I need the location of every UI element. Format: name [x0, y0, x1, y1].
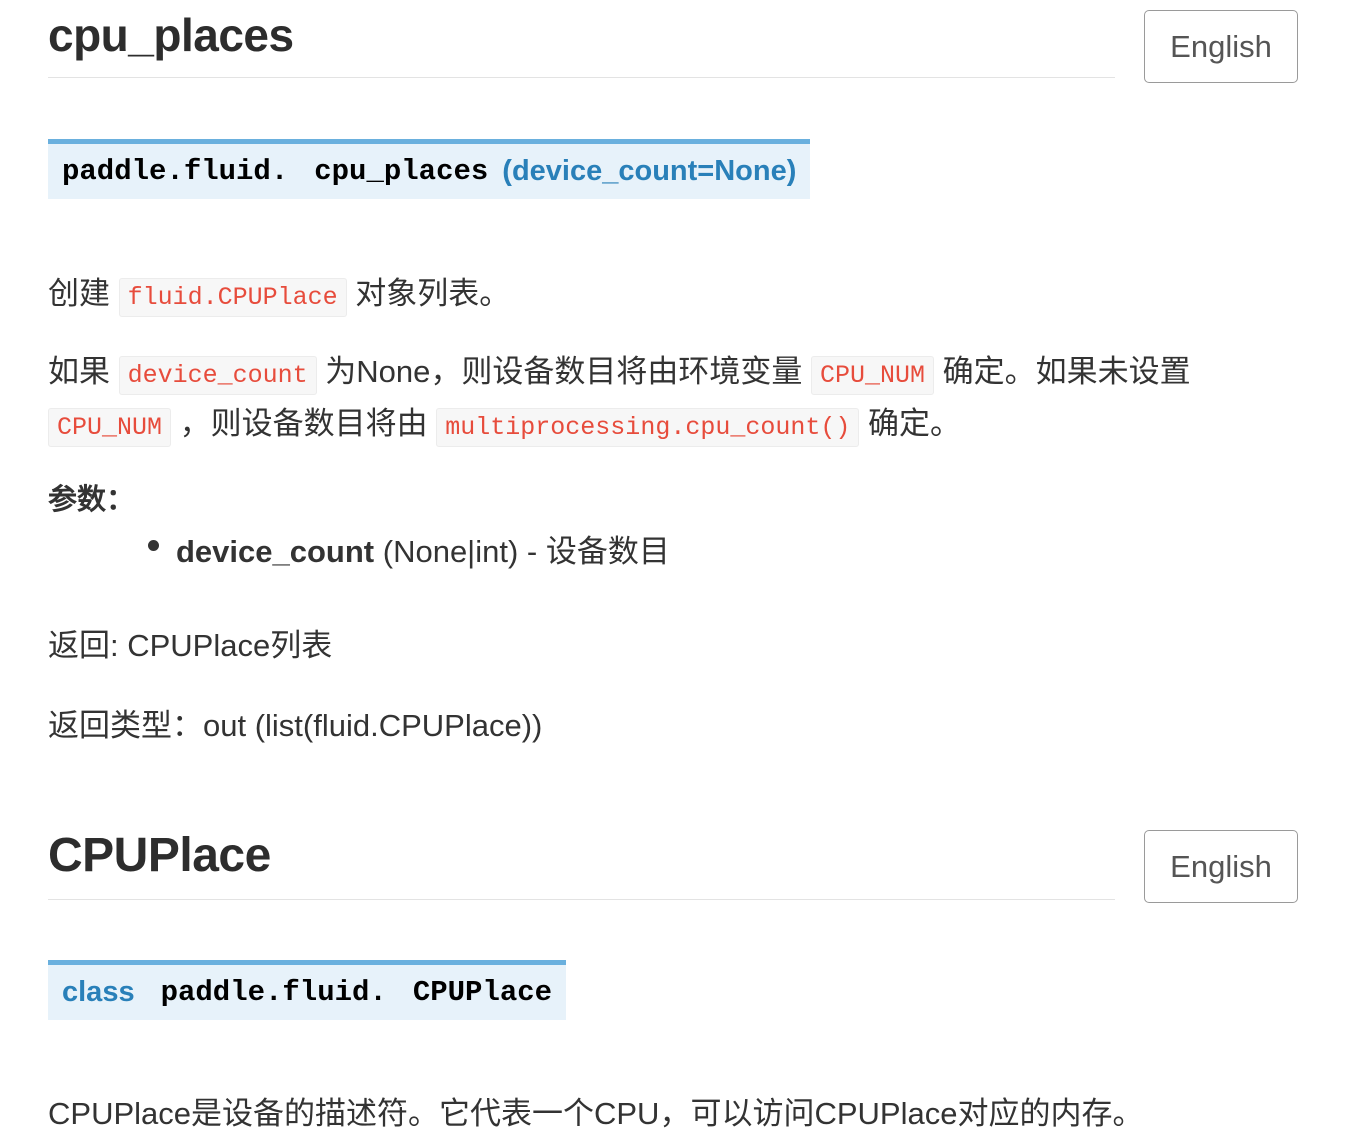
cpuplace-section: CPUPlace English class paddle.fluid. CPU…: [48, 820, 1298, 1131]
description-paragraph: 创建 fluid.CPUPlace 对象列表。: [48, 268, 510, 317]
signature-module: paddle.fluid.: [62, 155, 289, 188]
returns-text: 返回: CPUPlace列表: [48, 628, 333, 663]
class-description: CPUPlace是设备的描述符。它代表一个CPU，可以访问CPUPlace对应的…: [48, 1096, 1144, 1131]
cpu-places-section: cpu_places English paddle.fluid. cpu_pla…: [48, 0, 1298, 743]
english-button[interactable]: English: [1144, 830, 1298, 903]
param-name: device_count: [176, 534, 375, 569]
params-list: device_count (None|int) - 设备数目: [148, 526, 670, 571]
english-button[interactable]: English: [1144, 10, 1298, 83]
inline-code: device_count: [118, 356, 317, 395]
params-label: 参数：: [48, 484, 136, 516]
signature-keyword: class: [62, 976, 135, 1008]
inline-code: CPU_NUM: [48, 408, 172, 447]
cpuplace-heading-row: CPUPlace English: [48, 820, 1298, 903]
signature-module: paddle.fluid.: [160, 976, 387, 1009]
detail-paragraph: 如果 device_count 为None，则设备数目将由环境变量 CPU_NU…: [48, 348, 1191, 452]
list-item: device_count (None|int) - 设备数目: [148, 526, 670, 571]
signature-name: CPUPlace: [412, 976, 553, 1009]
cpu-places-heading-row: cpu_places English: [48, 0, 1298, 83]
section-title: CPUPlace: [48, 824, 1115, 900]
class-signature: class paddle.fluid. CPUPlace: [48, 960, 567, 1020]
inline-code: fluid.CPUPlace: [118, 278, 347, 317]
return-type-text: 返回类型：out (list(fluid.CPUPlace)): [48, 708, 543, 743]
inline-code: CPU_NUM: [811, 356, 935, 395]
param-desc: (None|int) - 设备数目: [382, 534, 670, 569]
signature-params: (device_count=None): [502, 155, 797, 187]
page-title: cpu_places: [48, 6, 1115, 78]
function-signature: paddle.fluid. cpu_places (device_count=N…: [48, 139, 811, 199]
signature-name: cpu_places: [314, 155, 489, 188]
inline-code: multiprocessing.cpu_count(): [436, 408, 860, 447]
bullet-icon: [148, 540, 159, 551]
